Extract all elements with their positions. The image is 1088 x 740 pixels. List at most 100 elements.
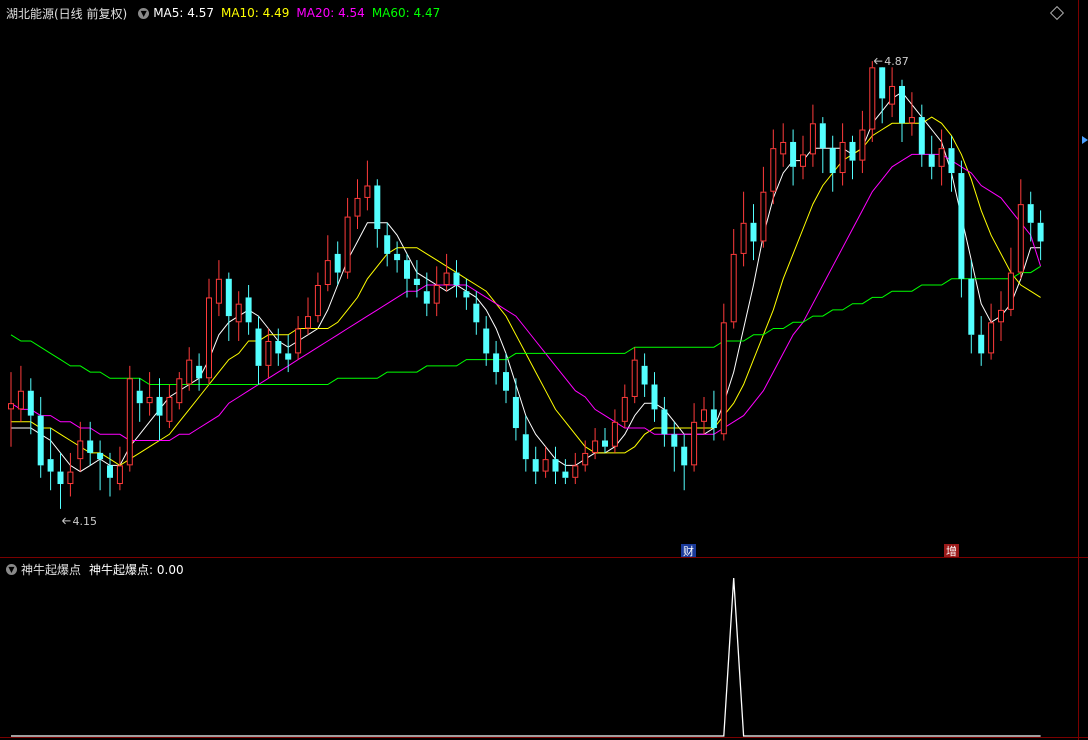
- candle-body: [374, 185, 381, 230]
- candlestick-chart[interactable]: 4.87 4.15 财 增: [0, 0, 1088, 740]
- candle-body: [433, 285, 440, 304]
- candle-body: [819, 123, 826, 149]
- candle-body: [196, 365, 203, 379]
- candle-body: [889, 85, 896, 105]
- candle-body: [691, 421, 698, 466]
- candle-body: [176, 378, 183, 404]
- candle-body: [27, 390, 34, 416]
- candle-body: [47, 459, 54, 472]
- candle-body: [493, 353, 500, 373]
- candle-body: [354, 197, 361, 217]
- candle-body: [859, 129, 866, 161]
- candle-body: [750, 222, 757, 242]
- indicator-value: 神牛起爆点: 0.00: [89, 562, 184, 577]
- candle-body: [532, 459, 539, 472]
- candle-body: [483, 328, 490, 354]
- candle-body: [17, 390, 24, 410]
- candle-body: [572, 465, 579, 478]
- candle-body: [988, 322, 995, 354]
- candle-body: [97, 452, 104, 460]
- event-marker-cai[interactable]: 财: [681, 544, 696, 558]
- candle-body: [275, 340, 282, 354]
- chevron-down-icon[interactable]: ▼: [6, 563, 17, 575]
- candle-body: [285, 353, 292, 360]
- candle-body: [631, 359, 638, 397]
- candle-body: [918, 117, 925, 155]
- candle-body: [809, 123, 816, 155]
- candle-body: [1007, 272, 1014, 310]
- candle-body: [611, 421, 618, 447]
- candle[interactable]: [958, 160, 965, 298]
- candle-body: [265, 340, 272, 366]
- candle-body: [215, 278, 222, 304]
- candle-body: [849, 141, 856, 161]
- candle-body: [314, 285, 321, 317]
- ma60-readout: MA60: 4.47: [371, 6, 441, 20]
- ma10-readout: MA10: 4.49: [220, 6, 290, 20]
- candle-body: [938, 148, 945, 167]
- candle-body: [710, 409, 717, 429]
- candle-body: [879, 67, 886, 99]
- candle-body: [701, 409, 707, 422]
- candle-body: [899, 85, 905, 124]
- candle-body: [87, 440, 94, 453]
- candle-body: [839, 141, 846, 174]
- candle-body: [126, 378, 133, 466]
- chevron-down-icon[interactable]: ▼: [138, 7, 150, 19]
- candle-body: [473, 303, 480, 323]
- candle-body: [800, 154, 806, 167]
- candle-body: [503, 372, 509, 391]
- event-marker-zeng[interactable]: 增: [944, 544, 959, 558]
- candle-body: [780, 141, 787, 155]
- candle-body: [869, 67, 876, 130]
- candle-body: [156, 396, 163, 416]
- ma5-readout: MA5: 4.57: [153, 6, 214, 20]
- candle-body: [512, 396, 519, 429]
- candle-body: [364, 185, 371, 198]
- candle-body: [324, 260, 331, 285]
- candle[interactable]: [126, 365, 133, 472]
- candle-body: [423, 291, 430, 304]
- candle[interactable]: [720, 303, 727, 441]
- candle-body: [582, 452, 589, 466]
- candle-body: [136, 390, 143, 404]
- candle-body: [1017, 204, 1024, 273]
- candle-body: [948, 148, 955, 174]
- candle-body: [562, 471, 569, 478]
- low-price-label: 4.15: [73, 515, 98, 528]
- candle-body: [552, 459, 559, 472]
- candle-body: [522, 434, 529, 460]
- candle-body: [592, 440, 599, 453]
- chart-title: 湖北能源(日线 前复权): [6, 6, 128, 21]
- candle-body: [671, 434, 678, 447]
- indicator-header: ▼ 神牛起爆点 神牛起爆点: 0.00: [6, 561, 184, 577]
- candle-body: [681, 446, 688, 466]
- candle-body: [107, 465, 113, 478]
- candle-body: [166, 396, 173, 422]
- candle-body: [770, 148, 777, 192]
- candle-body: [542, 459, 549, 472]
- candle-body: [305, 316, 311, 329]
- candle-body: [206, 297, 212, 379]
- candle-body: [1037, 222, 1044, 242]
- candle-body: [453, 272, 460, 285]
- candle-body: [235, 303, 242, 323]
- candle-body: [334, 253, 341, 273]
- chart-header: 湖北能源(日线 前复权) ▼ MA5: 4.57 MA10: 4.49 MA20…: [6, 4, 447, 22]
- candle-body: [295, 328, 302, 354]
- candle-body: [186, 359, 193, 385]
- candle-body: [413, 278, 420, 285]
- candle-body: [978, 334, 985, 354]
- candle-body: [255, 328, 262, 366]
- candle-body: [67, 471, 74, 485]
- candle-body: [651, 384, 658, 410]
- candle-body: [908, 117, 915, 124]
- candle-body: [57, 471, 64, 485]
- candle-body: [463, 291, 470, 298]
- candle-body: [641, 365, 648, 385]
- candle-body: [77, 440, 84, 460]
- candle-body: [968, 278, 975, 335]
- indicator-name: 神牛起爆点: [21, 562, 82, 577]
- marker-zeng-label: 增: [946, 544, 957, 558]
- candle-body: [928, 154, 935, 167]
